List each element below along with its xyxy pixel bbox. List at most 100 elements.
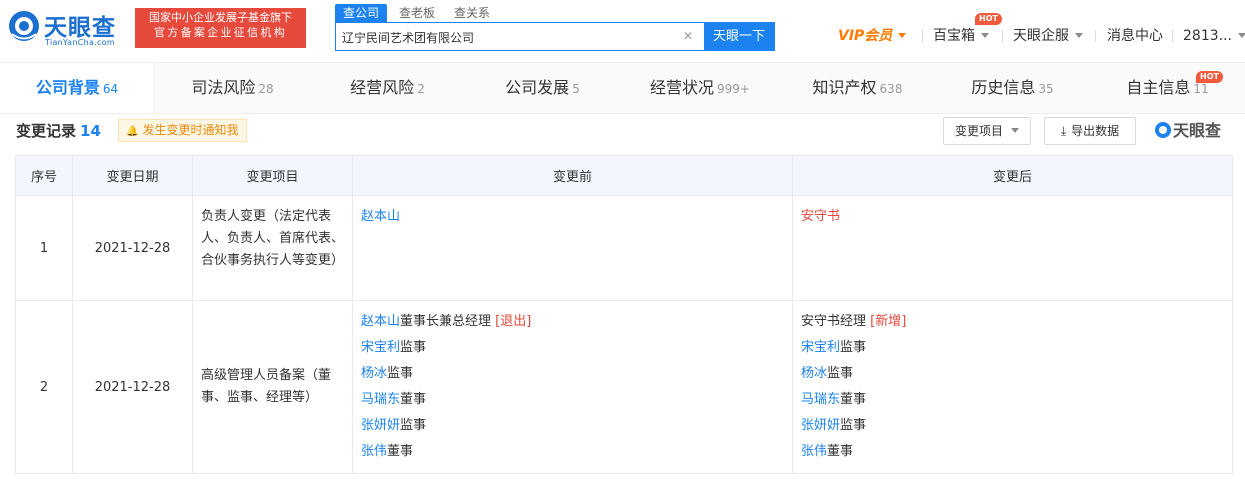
col-header-item: 变更项目 [192,155,353,196]
person-link[interactable]: 宋宝利 [361,340,400,355]
cell-before: 赵本山董事长兼总经理 [退出] 宋宝利监事 杨冰监事 马瑞东董事 张妍妍监事 张… [352,300,793,474]
person-role: 监事 [387,366,414,381]
person-name-highlight[interactable]: 安守书 [801,209,840,224]
badge-line-2: 官方备案企业征信机构 [154,26,287,39]
tab-operating-status[interactable]: 经营状况 999+ [620,63,780,113]
search-box: ✕ 天眼一下 [335,22,775,51]
chevron-down-icon [1075,33,1083,38]
table-row: 2 2021-12-28 高级管理人员备案（董事、监事、经理等） 赵本山董事长兼… [15,300,1233,474]
logo[interactable]: 天眼查 TianYanCha.com [8,8,128,48]
list-item: 杨冰监事 [801,361,1224,387]
filter-label: 变更项目 [954,124,1003,138]
divider [1002,30,1003,42]
user-menu[interactable]: 2813... [1183,26,1245,46]
person-link[interactable]: 马瑞东 [361,392,400,407]
tab-count: 11 [1193,82,1209,96]
tianyancha-watermark: 天眼查 [1155,120,1221,142]
person-role: 监事 [840,340,867,355]
top-header: 天眼查 TianYanCha.com 国家中小企业发展子基金旗下 官方备案企业征… [0,0,1245,62]
tab-count: 638 [879,82,903,96]
chevron-down-icon [1237,33,1245,38]
change-item-filter[interactable]: 变更项目 [943,117,1031,145]
list-item: 张伟董事 [801,439,1224,465]
search-button[interactable]: 天眼一下 [704,23,774,50]
enterprise-service-menu[interactable]: 天眼企服 [1013,26,1083,46]
person-link[interactable]: 马瑞东 [801,392,840,407]
cell-date: 2021-12-28 [72,300,193,474]
tab-count: 999+ [717,82,750,96]
user-name: 2813... [1183,28,1232,44]
export-data-button[interactable]: ⤓ 导出数据 [1044,117,1136,145]
tab-operating-risk[interactable]: 经营风险 2 [310,63,465,113]
chevron-down-icon [1011,128,1019,133]
person-link[interactable]: 杨冰 [801,366,827,381]
person-link[interactable]: 赵本山 [361,314,400,329]
section-title: 变更记录 14 [16,120,101,142]
list-item: 杨冰监事 [361,361,784,387]
tab-history-info[interactable]: 历史信息 35 [935,63,1090,113]
tab-count: 2 [417,82,425,96]
person-link[interactable]: 张妍妍 [801,418,840,433]
list-item: 赵本山董事长兼总经理 [退出] [361,309,784,335]
list-item: 张妍妍监事 [801,413,1224,439]
person-link[interactable]: 张伟 [361,444,387,459]
chevron-down-icon [898,33,907,38]
person-link[interactable]: 赵本山 [361,209,400,224]
person-link[interactable]: 张伟 [801,444,827,459]
clear-icon[interactable]: ✕ [682,30,694,42]
cell-index: 1 [15,195,73,301]
vip-menu[interactable]: VIP会员 [838,26,907,46]
hot-badge: HOT [1196,71,1223,83]
change-record-table: 序号 变更日期 变更项目 变更前 变更后 1 2021-12-28 负责人变更（… [15,155,1233,474]
tab-company-background[interactable]: 公司背景 64 [0,63,155,113]
baobaoxiang-menu[interactable]: 百宝箱 [933,26,989,46]
change-tag: [新增] [870,314,907,329]
enterprise-service-label: 天眼企服 [1013,28,1069,44]
tab-label: 经营风险 [350,78,415,97]
tab-label: 自主信息 [1126,78,1191,97]
change-tag: [退出] [495,314,532,329]
tab-label: 司法风险 [191,78,256,97]
tab-intellectual-property[interactable]: 知识产权 638 [780,63,935,113]
tab-label: 历史信息 [971,78,1036,97]
person-role: 监事 [400,340,427,355]
person-role: 监事 [400,418,427,433]
list-item: 张妍妍监事 [361,413,784,439]
tab-label: 公司背景 [35,78,100,97]
logo-name: 天眼查 [44,15,116,41]
list-item: 安守书经理 [新增] [801,309,1224,335]
search-tab-boss[interactable]: 查老板 [391,4,443,22]
search-tab-company[interactable]: 查公司 [335,4,388,22]
divider [1172,30,1173,42]
col-header-before: 变更前 [352,155,793,196]
message-center-link[interactable]: 消息中心 [1107,26,1163,46]
tab-self-info[interactable]: 自主信息 11 [1090,63,1245,113]
tab-count: 64 [102,82,119,96]
tab-judicial-risk[interactable]: 司法风险 28 [155,63,310,113]
tab-company-development[interactable]: 公司发展 5 [465,63,620,113]
person-role: 董事 [400,392,427,407]
bell-icon: 🔔 [126,126,139,137]
badge-line-1: 国家中小企业发展子基金旗下 [149,11,292,24]
notify-on-change-button[interactable]: 🔔 发生变更时通知我 [118,119,247,142]
tab-count: 35 [1038,82,1054,96]
record-count: 14 [80,122,101,140]
person-role: 董事 [827,444,854,459]
person-role: 董事 [387,444,414,459]
table-header-row: 序号 变更日期 变更项目 变更前 变更后 [15,155,1233,196]
logo-domain: TianYanCha.com [45,38,115,47]
search-tab-relation[interactable]: 查关系 [446,4,498,22]
col-header-date: 变更日期 [72,155,193,196]
person-link[interactable]: 宋宝利 [801,340,840,355]
logo-eye-icon [1155,122,1171,138]
cell-before: 赵本山 [352,195,793,301]
person-name: 安守书 [801,314,841,329]
list-item: 宋宝利监事 [361,335,784,361]
hot-badge: HOT [975,13,1002,25]
person-link[interactable]: 张妍妍 [361,418,400,433]
search-input[interactable] [342,27,672,47]
person-link[interactable]: 杨冰 [361,366,387,381]
tab-label: 公司发展 [505,78,570,97]
col-header-after: 变更后 [792,155,1233,196]
tab-count: 5 [572,82,580,96]
